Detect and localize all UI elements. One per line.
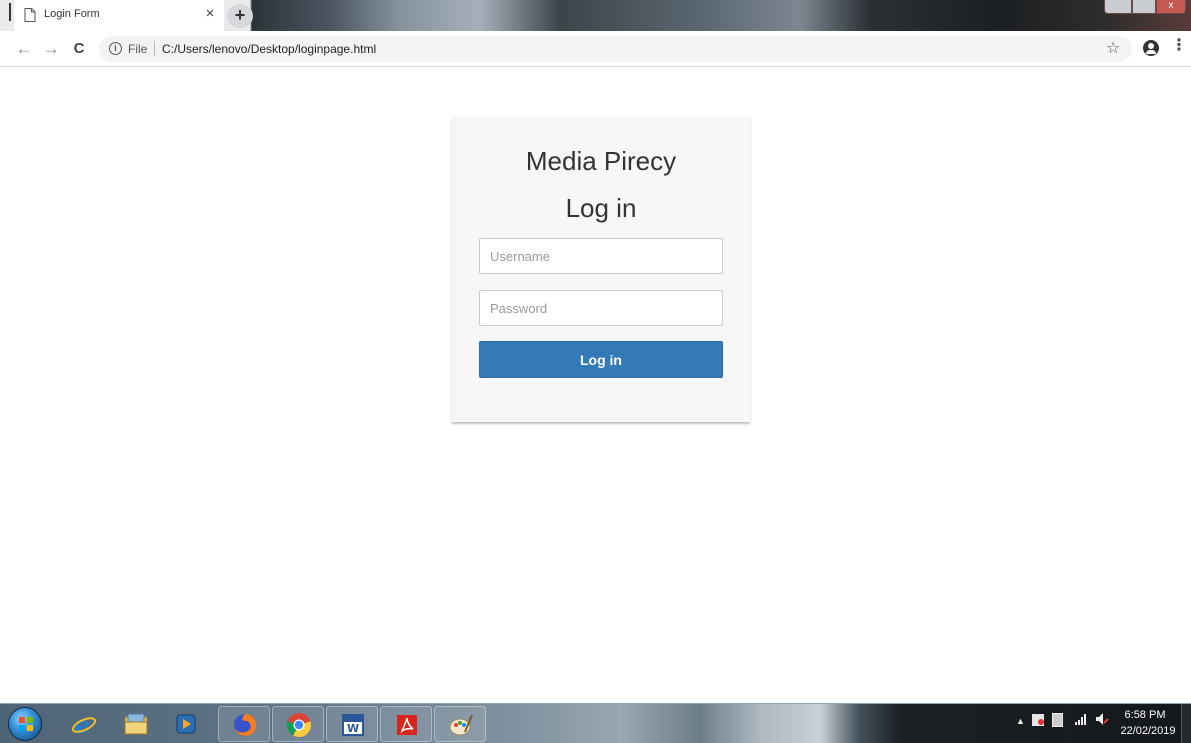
windows-logo-icon [19,717,33,731]
url-text[interactable]: C:/Users/lenovo/Desktop/loginpage.html [162,42,376,56]
site-title: Media Pirecy [525,146,677,176]
acrobat-icon [397,715,417,735]
url-separator [154,41,155,56]
form-title: Log in [565,193,637,223]
reload-icon[interactable]: C [69,38,89,60]
menu-dots-icon[interactable]: ⋮ [1171,38,1187,54]
document-icon [24,8,36,22]
firefox-icon [234,713,257,736]
taskbar-chrome[interactable] [272,706,324,742]
browser-tab-strip: Login Form × + x [0,0,1191,31]
paint-icon [449,714,473,736]
action-center-flag-icon[interactable] [1032,714,1044,726]
word-icon: W [342,714,364,736]
login-card: Media Pirecy Log in Log in [452,116,750,422]
taskbar-file-explorer[interactable] [110,706,162,742]
account-icon[interactable] [1143,40,1159,56]
taskbar-acrobat-reader[interactable] [380,706,432,742]
clock-date[interactable]: 22/02/2019 [1120,725,1176,737]
taskbar-firefox[interactable] [218,706,270,742]
bookmark-star-icon[interactable]: ☆ [1106,38,1120,58]
media-player-icon [176,714,196,734]
window-close-button[interactable]: x [1156,0,1186,14]
address-bar[interactable]: i File C:/Users/lenovo/Desktop/loginpage… [99,36,1132,62]
maximize-button[interactable] [1132,0,1156,14]
url-scheme-label: File [128,42,148,56]
taskbar-internet-explorer[interactable]: e [58,706,110,742]
folder-icon [124,713,148,735]
clock-time[interactable]: 6:58 PM [1120,709,1170,721]
tab-title: Login Form [44,8,100,20]
taskbar-paint[interactable] [434,706,486,742]
tab-login-form[interactable]: Login Form × [14,0,224,31]
info-icon[interactable]: i [109,42,122,55]
tab-close-icon[interactable]: × [202,5,218,23]
network-signal-icon[interactable] [1074,712,1088,726]
chrome-icon [287,713,311,737]
tray-expand-icon[interactable]: ▲ [1016,716,1025,726]
browser-toolbar: ← → C i File C:/Users/lenovo/Desktop/log… [0,31,1191,67]
internet-explorer-icon: e [71,711,97,737]
forward-arrow-icon[interactable]: → [41,38,61,60]
taskbar-word[interactable]: W [326,706,378,742]
svg-text:W: W [347,722,359,735]
login-button[interactable]: Log in [479,341,723,378]
taskbar-media-player[interactable] [160,706,212,742]
volume-icon[interactable] [1095,712,1109,726]
start-button[interactable] [8,707,42,741]
power-icon[interactable] [1052,713,1063,727]
new-tab-button[interactable]: + [227,4,253,28]
username-input[interactable] [479,238,723,274]
minimize-button[interactable] [1104,0,1132,14]
password-input[interactable] [479,290,723,326]
taskbar: e W [0,703,1191,743]
show-desktop-button[interactable] [1181,704,1191,743]
window-edge [9,3,11,21]
back-arrow-icon[interactable]: ← [14,38,34,60]
